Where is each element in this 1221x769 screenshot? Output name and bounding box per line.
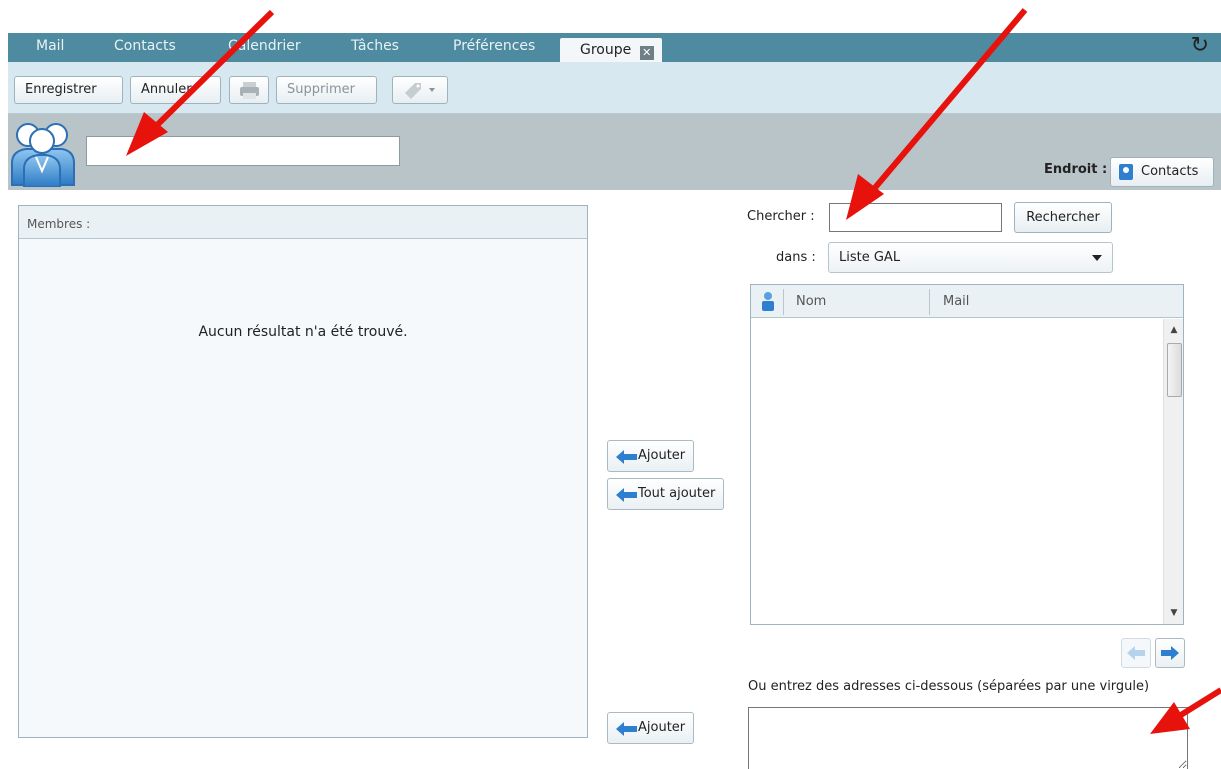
results-header: Nom Mail [751,285,1183,318]
add-all-button-label: Tout ajouter [638,486,716,501]
source-select[interactable]: Liste GAL [828,242,1113,273]
search-results-table: Nom Mail ▲ ▼ [750,284,1184,625]
source-selected-value: Liste GAL [839,250,901,265]
tab-contacts[interactable]: Contacts [114,33,176,62]
group-icon [11,123,75,187]
printer-icon [240,82,259,99]
tab-calendar[interactable]: Calendrier [228,33,301,62]
tab-group-label: Groupe [580,42,632,58]
members-header: Membres : [19,206,587,239]
addresses-textarea[interactable] [748,707,1188,769]
add-addresses-button[interactable]: Ajouter [607,712,695,744]
add-button[interactable]: Ajouter [607,440,695,472]
app-tab-strip: Mail Contacts Calendrier Tâches Préféren… [8,33,1221,62]
previous-page-button[interactable] [1121,638,1151,668]
addresses-label: Ou entrez des adresses ci-dessous (sépar… [748,679,1150,694]
tab-mail[interactable]: Mail [36,33,64,62]
add-addresses-button-label: Ajouter [638,720,686,735]
arrow-right-icon [1161,646,1179,660]
add-button-label: Ajouter [638,448,686,463]
toolbar: Enregistrer Annuler Supprimer [8,62,1221,114]
add-all-button[interactable]: Tout ajouter [607,478,725,510]
address-book-icon [1119,164,1133,180]
close-icon[interactable]: ✕ [639,46,654,60]
members-panel: Membres : Aucun résultat n'a été trouvé. [18,205,588,738]
delete-button[interactable]: Supprimer [276,76,377,104]
print-button[interactable] [229,76,269,104]
tag-menu-button[interactable] [392,76,448,104]
cancel-button[interactable]: Annuler [130,76,221,104]
empty-results-message: Aucun résultat n'a été trouvé. [198,324,408,340]
person-icon [762,292,774,311]
arrow-left-icon [1127,646,1145,660]
scroll-up-arrow-icon[interactable]: ▲ [1164,325,1184,337]
arrow-left-icon [616,722,637,736]
location-button[interactable]: Contacts [1110,157,1214,187]
search-input[interactable] [829,203,1002,232]
chevron-down-icon [1092,255,1102,261]
location-label: Endroit : [1044,162,1108,177]
scroll-down-arrow-icon[interactable]: ▼ [1164,608,1184,620]
location-value: Contacts [1141,164,1199,179]
tab-group[interactable]: Groupe ✕ [560,38,662,62]
column-header-name[interactable]: Nom [796,294,826,309]
column-divider [929,289,930,315]
arrow-left-icon [616,488,637,502]
save-button[interactable]: Enregistrer [14,76,123,104]
tab-tasks[interactable]: Tâches [351,33,399,62]
search-label: Chercher : [747,209,815,224]
results-scrollbar[interactable]: ▲ ▼ [1163,319,1183,624]
group-name-input[interactable] [86,136,400,166]
scroll-thumb[interactable] [1167,343,1182,397]
column-header-mail[interactable]: Mail [943,294,969,309]
arrow-left-icon [616,450,637,464]
tag-icon [405,83,435,99]
tab-preferences[interactable]: Préférences [453,33,535,62]
next-page-button[interactable] [1155,638,1185,668]
refresh-icon[interactable]: ↻ [1191,34,1209,58]
source-label: dans : [776,250,816,265]
search-button[interactable]: Rechercher [1014,202,1112,233]
column-divider [783,289,784,315]
